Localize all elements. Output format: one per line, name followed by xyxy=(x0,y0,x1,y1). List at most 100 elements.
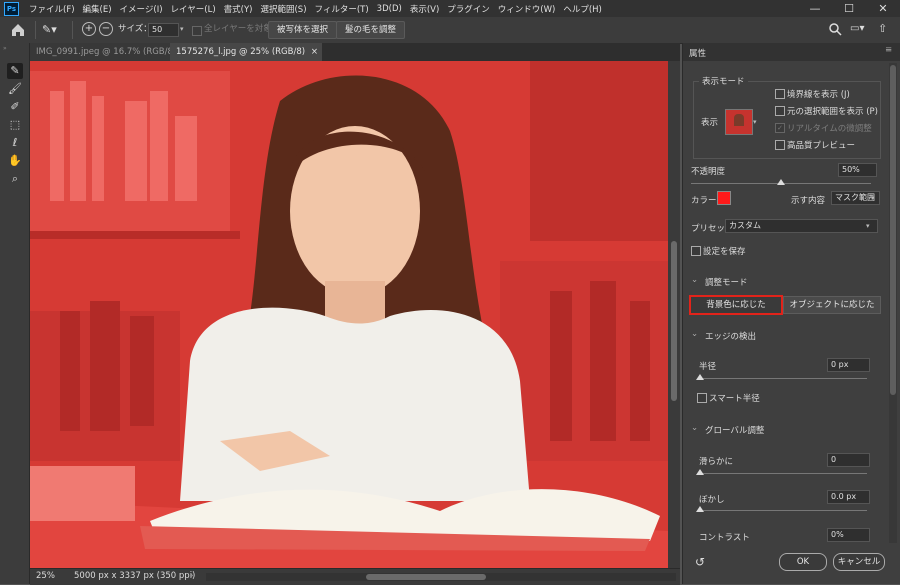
tab-1575276[interactable]: 1575276_l.jpg @ 25% (RGB/8) × xyxy=(170,43,322,61)
sample-all-layers-checkbox[interactable] xyxy=(192,26,202,36)
maximize-button[interactable]: ☐ xyxy=(832,0,866,17)
chevron-down-icon[interactable]: ▾ xyxy=(753,118,757,126)
document-tabs: IMG_0991.jpeg @ 16.7% (RGB/8*) * × 15752… xyxy=(30,43,680,61)
tab-img-0991[interactable]: IMG_0991.jpeg @ 16.7% (RGB/8*) * × xyxy=(30,43,187,61)
reset-icon[interactable]: ↺ xyxy=(695,555,709,569)
menu-view[interactable]: 表示(V) xyxy=(406,3,443,15)
chevron-down-icon[interactable]: ⌄ xyxy=(691,329,698,339)
thumbnail-figure xyxy=(734,114,744,126)
chevron-down-icon[interactable]: ▾ xyxy=(866,222,870,230)
feather-slider-knob[interactable] xyxy=(696,506,704,512)
refine-edge-brush-icon[interactable]: ✐ xyxy=(7,99,23,115)
show-edge-checkbox[interactable] xyxy=(775,89,785,99)
brush-size-label: サイズ： xyxy=(118,24,152,34)
minimize-button[interactable]: — xyxy=(798,0,832,17)
chevron-down-icon[interactable]: ⌄ xyxy=(691,423,698,433)
radius-input[interactable]: 0 px xyxy=(827,358,870,372)
tab-label: IMG_0991.jpeg @ 16.7% (RGB/8*) * xyxy=(36,47,188,57)
overlay-color-swatch[interactable] xyxy=(717,191,731,205)
select-subject-button[interactable]: 被写体を選択 xyxy=(268,21,338,39)
show-original-checkbox[interactable] xyxy=(775,106,785,116)
subtract-from-selection-icon[interactable]: − xyxy=(99,22,113,36)
show-original-label: 元の選択範囲を表示 (P) xyxy=(787,107,878,117)
canvas-vertical-scrollbar[interactable] xyxy=(668,61,680,568)
save-settings-checkbox[interactable] xyxy=(691,246,701,256)
chevron-down-icon[interactable]: ▾ xyxy=(180,25,184,33)
status-bar: 25% 5000 px x 3337 px (350 ppi) › xyxy=(30,568,680,585)
object-selection-tool-icon[interactable]: ⬚ xyxy=(7,117,23,133)
canvas-horizontal-scrollbar[interactable] xyxy=(206,573,676,581)
share-icon[interactable]: ⇧ xyxy=(878,22,892,36)
close-window-button[interactable]: ✕ xyxy=(866,0,900,17)
opacity-label: 不透明度 xyxy=(691,167,726,177)
menu-filter[interactable]: フィルター(T) xyxy=(311,3,373,15)
menu-file[interactable]: ファイル(F) xyxy=(25,3,79,15)
color-label: カラー xyxy=(691,196,717,206)
feather-slider-track[interactable] xyxy=(699,510,867,511)
panel-title[interactable]: 属性 xyxy=(689,47,706,59)
show-edge-label: 境界線を表示 (J) xyxy=(787,90,850,100)
close-icon[interactable]: × xyxy=(311,43,318,61)
workspace-icon[interactable]: ▭▾ xyxy=(850,22,868,36)
realtime-adjust-checkbox[interactable]: ✓ xyxy=(775,123,785,133)
panel-scrollbar[interactable] xyxy=(889,63,897,543)
smooth-input[interactable]: 0 xyxy=(827,453,870,467)
contrast-input[interactable]: 0% xyxy=(827,528,870,542)
home-icon[interactable] xyxy=(8,20,28,40)
radius-slider-knob[interactable] xyxy=(696,374,704,380)
quick-selection-tool-icon[interactable]: ✎ xyxy=(7,63,23,79)
lasso-tool-icon[interactable]: ℓ xyxy=(7,135,23,151)
ok-button[interactable]: OK xyxy=(779,553,827,571)
photoshop-logo-icon: Ps xyxy=(4,1,19,16)
menu-3d[interactable]: 3D(D) xyxy=(373,4,406,14)
zoom-level[interactable]: 25% xyxy=(36,571,55,581)
opacity-input[interactable]: 50% xyxy=(838,163,877,177)
search-icon[interactable] xyxy=(828,22,842,36)
feather-input[interactable]: 0.0 px xyxy=(827,490,870,504)
high-quality-preview-checkbox[interactable] xyxy=(775,140,785,150)
color-aware-button[interactable]: 背景色に応じた xyxy=(689,295,783,315)
smooth-slider-track[interactable] xyxy=(699,473,867,474)
menu-help[interactable]: ヘルプ(H) xyxy=(559,3,606,15)
chevron-down-icon[interactable]: ▾ xyxy=(871,194,875,202)
view-mode-thumbnail[interactable] xyxy=(725,109,753,135)
cancel-button[interactable]: キャンセル xyxy=(833,553,885,571)
hand-tool-icon[interactable]: ✋ xyxy=(7,153,23,169)
zoom-tool-icon[interactable]: ⌕ xyxy=(7,171,23,187)
add-to-selection-icon[interactable]: + xyxy=(82,22,96,36)
options-bar: ✎▾ + − サイズ： 50 ▾ 全レイヤーを対象 被写体を選択 髪の毛を調整 … xyxy=(0,17,900,44)
feather-label: ぼかし xyxy=(699,495,725,505)
toolbar-grip[interactable]: » xyxy=(3,45,25,52)
menu-layer[interactable]: レイヤー(L) xyxy=(167,3,220,15)
menu-select[interactable]: 選択範囲(S) xyxy=(256,3,310,15)
chevron-right-icon[interactable]: › xyxy=(190,571,193,581)
scrollbar-thumb[interactable] xyxy=(671,241,677,401)
refine-hair-button[interactable]: 髪の毛を調整 xyxy=(336,21,406,39)
menu-image[interactable]: イメージ(I) xyxy=(116,3,167,15)
high-quality-preview-label: 高品質プレビュー xyxy=(787,141,856,151)
preset-select[interactable]: カスタム xyxy=(725,219,878,233)
quick-selection-tool-preset-icon[interactable]: ✎▾ xyxy=(42,21,64,39)
chevron-down-icon[interactable]: ⌄ xyxy=(691,275,698,285)
menu-plugins[interactable]: プラグイン xyxy=(443,3,494,15)
menu-type[interactable]: 書式(Y) xyxy=(220,3,257,15)
smart-radius-checkbox[interactable] xyxy=(697,393,707,403)
smooth-slider-knob[interactable] xyxy=(696,469,704,475)
smooth-label: 滑らかに xyxy=(699,457,734,467)
menu-window[interactable]: ウィンドウ(W) xyxy=(494,3,560,15)
brush-tool-icon[interactable]: 🖌 xyxy=(7,81,23,97)
smart-radius-label: スマート半径 xyxy=(709,394,760,404)
divider xyxy=(35,21,36,39)
scrollbar-thumb[interactable] xyxy=(366,574,486,580)
opacity-slider-knob[interactable] xyxy=(777,179,785,185)
document-canvas[interactable] xyxy=(30,61,668,568)
indicates-label: 示す内容 xyxy=(791,196,826,206)
panel-menu-icon[interactable]: ≡ xyxy=(885,45,892,55)
menu-edit[interactable]: 編集(E) xyxy=(79,3,116,15)
scrollbar-thumb[interactable] xyxy=(890,65,896,395)
tab-label: 1575276_l.jpg @ 25% (RGB/8) xyxy=(176,47,306,57)
brush-size-input[interactable]: 50 xyxy=(148,23,179,37)
radius-slider-track[interactable] xyxy=(699,378,867,379)
global-refinements-heading: グローバル調整 xyxy=(705,426,765,436)
object-aware-button[interactable]: オブジェクトに応じた xyxy=(783,296,881,314)
